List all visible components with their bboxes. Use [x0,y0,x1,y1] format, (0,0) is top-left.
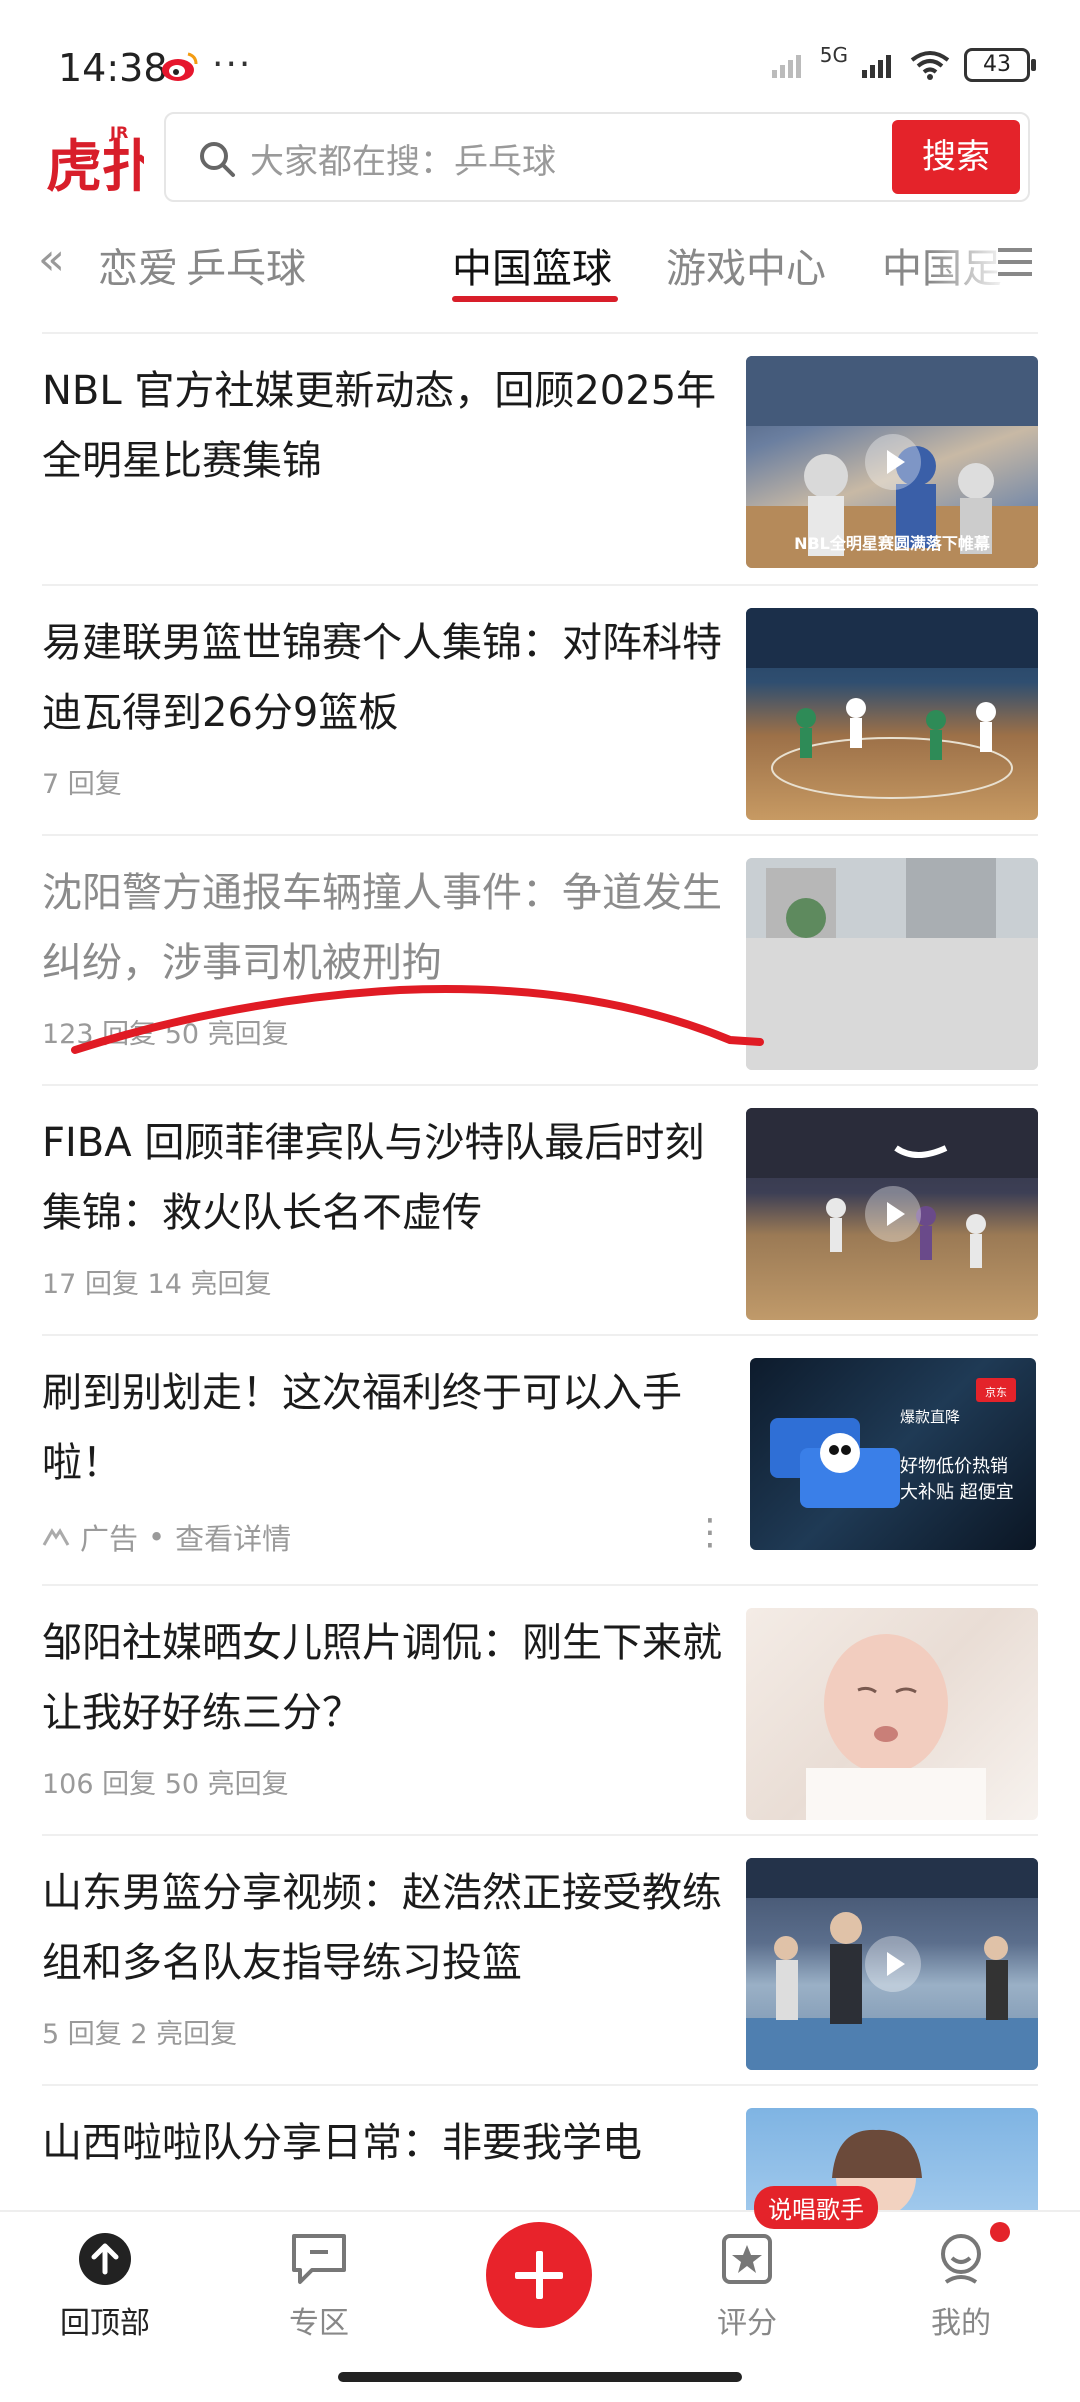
status-time: 14:38 [58,46,168,90]
item-title[interactable]: 山东男篮分享视频：赵浩然正接受教练组和多名队友指导练习投篮 [42,1858,722,1998]
more-notifications-icon: ··· [212,44,253,85]
home-indicator[interactable] [338,2372,742,2382]
item-thumbnail[interactable] [746,1108,1038,1320]
item-meta: 106 回复 50 亮回复 [42,1769,289,1800]
wifi-icon [910,51,950,80]
nav-badge: 说唱歌手 [754,2186,878,2229]
thumb-caption: NBL全明星赛圆满落下帷幕 [794,534,990,553]
list-item[interactable]: NBL 官方社媒更新动态，回顾2025年全明星比赛集锦 NBL全明星赛圆满落下帷… [42,332,1038,586]
search-placeholder: 大家都在搜：乒乓球 [250,142,556,182]
ad-line-1: 好物低价热销 [900,1456,1008,1477]
baby-photo-image [806,1634,986,1820]
channel-tabs: « 恋爱 乒乓球 中国篮球 游戏中心 中国足 [0,220,1080,310]
arrow-up-icon [79,2233,131,2285]
list-item[interactable]: 邹阳社媒晒女儿照片调侃：刚生下来就让我好好练三分？ 106 回复 50 亮回复 [42,1584,1038,1836]
nav-label: 我的 [931,2306,991,2341]
post-button[interactable] [486,2222,592,2328]
item-thumbnail[interactable] [746,1858,1038,2070]
item-thumbnail[interactable]: NBL全明星赛圆满落下帷幕 [746,356,1038,568]
list-item[interactable]: 沈阳警方通报车辆撞人事件：争道发生纠纷，涉事司机被刑拘 123 回复 50 亮回… [42,834,1038,1086]
chat-icon [292,2234,346,2284]
nav-me[interactable]: 我的 [886,2232,1036,2342]
street-scene-image [746,858,1038,1070]
ad-tag: 爆款直降 [900,1408,961,1426]
item-title[interactable]: NBL 官方社媒更新动态，回顾2025年全明星比赛集锦 [42,356,722,496]
item-title[interactable]: 沈阳警方通报车辆撞人事件：争道发生纠纷，涉事司机被刑拘 [42,858,722,998]
search-button[interactable]: 搜索 [892,120,1020,194]
nav-label: 回顶部 [60,2306,150,2341]
battery-icon: 43 [964,48,1036,82]
search-icon [200,142,235,177]
active-tab-indicator [452,296,618,302]
item-title[interactable]: 易建联男篮世锦赛个人集锦：对阵科特迪瓦得到26分9篮板 [42,608,722,748]
nav-label: 评分 [717,2306,777,2341]
weibo-icon [162,52,198,81]
search-input[interactable]: 大家都在搜：乒乓球 搜索 [164,112,1030,202]
nav-back-to-top[interactable]: 回顶部 [30,2232,180,2342]
item-thumbnail[interactable] [746,608,1038,820]
nav-rating[interactable]: 评分 [672,2232,822,2342]
item-title[interactable]: 邹阳社媒晒女儿照片调侃：刚生下来就让我好好练三分？ [42,1608,722,1748]
nav-zone[interactable]: 专区 [244,2232,394,2342]
tab-love[interactable]: 恋爱 [98,236,178,294]
ad-item[interactable]: 刷到别划走！这次福利终于可以入手啦！ 广告 • 查看详情 ⋮ 京东 爆款直降 好… [42,1334,1038,1586]
item-meta: 7 回复 [42,769,122,800]
play-icon[interactable] [865,1186,921,1242]
profile-icon [941,2234,981,2284]
list-item[interactable]: 易建联男篮世锦赛个人集锦：对阵科特迪瓦得到26分9篮板 7 回复 [42,584,1038,836]
item-title[interactable]: 刷到别划走！这次福利终于可以入手啦！ [42,1358,722,1498]
signal-icon [862,55,891,78]
item-title[interactable]: 山西啦啦队分享日常：非要我学电 [42,2108,722,2178]
ad-label: 广告 [80,1522,139,1556]
play-icon[interactable] [865,1936,921,1992]
item-title[interactable]: FIBA 回顾菲律宾队与沙特队最后时刻集锦：救火队长名不虚传 [42,1108,722,1248]
signal-weak-icon [771,55,801,78]
tabs-back-icon[interactable]: « [38,234,65,285]
more-options-icon[interactable]: ⋮ [692,1512,728,1553]
tab-china-basketball[interactable]: 中国篮球 [452,236,612,294]
tab-table-tennis[interactable]: 乒乓球 [186,236,306,294]
svg-text:JR: JR [109,123,128,142]
ad-separator: • [148,1520,166,1554]
item-meta: 17 回复 14 亮回复 [42,1269,272,1300]
nav-label: 专区 [289,2306,349,2341]
basketball-court-image [746,608,1038,799]
ad-line-2: 大补贴 超便宜 [900,1482,1014,1503]
ad-thumbnail[interactable]: 京东 爆款直降 好物低价热销 大补贴 超便宜 [750,1358,1036,1550]
ad-brand: 京东 [985,1386,1007,1399]
item-meta: 5 回复 2 亮回复 [42,2019,238,2050]
network-type: 5G [819,43,848,67]
notification-dot [990,2222,1010,2242]
star-rating-icon [722,2234,772,2284]
item-thumbnail[interactable] [746,1608,1038,1820]
list-item[interactable]: 山西啦啦队分享日常：非要我学电 [42,2084,1038,2226]
list-item[interactable]: 山东男篮分享视频：赵浩然正接受教练组和多名队友指导练习投篮 5 回复 2 亮回复 [42,1834,1038,2086]
hupu-logo[interactable]: 虎扑 JR [44,116,144,202]
system-icons: 5G 43 [771,43,1036,82]
list-item[interactable]: FIBA 回顾菲律宾队与沙特队最后时刻集锦：救火队长名不虚传 17 回复 14 … [42,1084,1038,1336]
ad-logo-icon [42,1528,70,1546]
tab-game-center[interactable]: 游戏中心 [666,236,826,294]
item-meta: 123 回复 50 亮回复 [42,1019,289,1050]
menu-icon[interactable] [996,244,1036,280]
svg-text:虎扑: 虎扑 [46,135,144,200]
play-icon[interactable] [865,434,921,490]
app-header: 虎扑 JR 大家都在搜：乒乓球 搜索 [0,108,1080,208]
item-thumbnail[interactable] [746,858,1038,1070]
ad-meta: 广告 • 查看详情 [42,1516,291,1558]
ad-detail-link[interactable]: 查看详情 [175,1516,291,1558]
